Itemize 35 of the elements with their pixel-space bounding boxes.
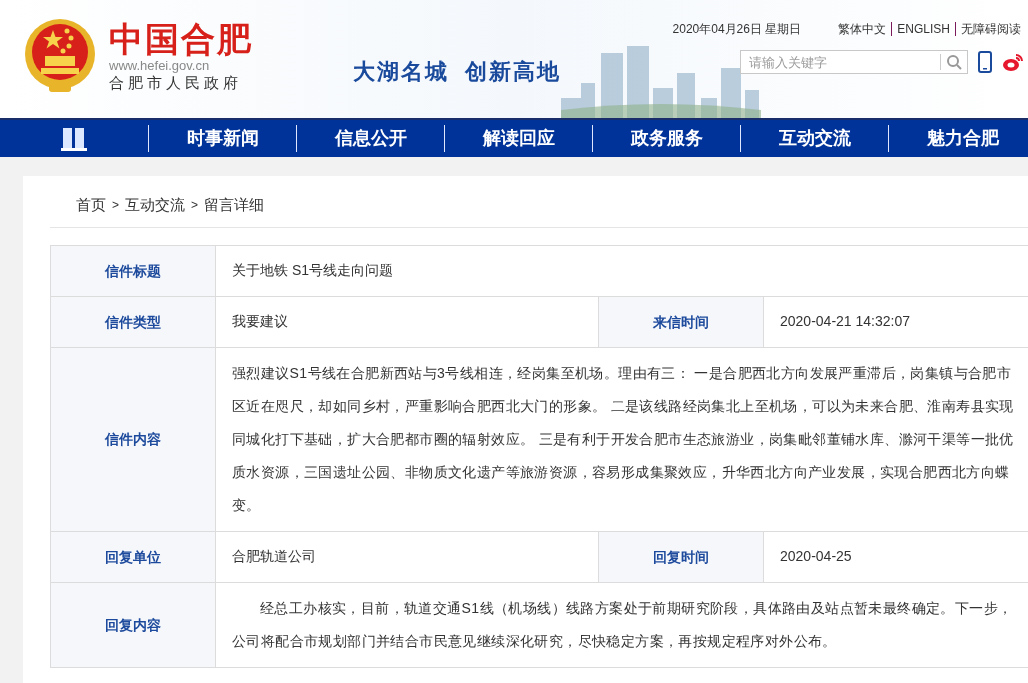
- breadcrumb-link[interactable]: 互动交流: [125, 194, 185, 217]
- field-value: 2020-04-21 14:32:07: [779, 312, 911, 331]
- mobile-phone-icon[interactable]: [978, 51, 992, 73]
- language-link[interactable]: 无障碍阅读: [955, 22, 1026, 36]
- field-value: 关于地铁 S1号线走向问题: [231, 261, 394, 280]
- breadcrumb-link[interactable]: 留言详细: [204, 194, 265, 217]
- breadcrumb-separator: >: [191, 197, 199, 215]
- building-icon[interactable]: [60, 125, 88, 152]
- breadcrumb-separator: >: [112, 197, 119, 215]
- nav-link[interactable]: 时事新闻: [186, 125, 259, 152]
- language-link[interactable]: ENGLISH: [891, 22, 955, 36]
- site-url: www.hefei.gov.cn: [109, 58, 211, 74]
- org-name: 合肥市人民政府: [109, 74, 243, 92]
- site-name: 中国合肥: [109, 20, 253, 58]
- slogan-text: 大湖名城: [353, 58, 449, 86]
- nav-link[interactable]: 政务服务: [630, 125, 703, 152]
- field-value: 2020-04-25: [779, 547, 853, 566]
- field-text: 经总工办核实，目前，轨道交通S1线（机场线）线路方案处于前期研究阶段，具体路由及站点暂未最终确定。下一步，公司将配合市规划部门并结合市民意见继续深化研究，尽快稳定方案，再按规定程序对外公布。: [232, 598, 1014, 651]
- field-label: 回复时间: [599, 531, 764, 582]
- field-label: 信件标题: [51, 245, 216, 296]
- breadcrumb-link[interactable]: 首页: [76, 194, 106, 217]
- field-text: 强烈建议S1号线在合肥新西站与3号线相连，经岗集至机场。理由有三： 一是合肥西北方向发展严重滞后，岗集镇与合肥市区近在咫尺，却如同乡村，严重影响合肥西北大门的形象。 二是该线路经岗集北上至机场，可以为未来合肥、淮南寿县实现同城化打下基础，扩大合肥都市圈的辐射效应。 三是有利于开发合肥市生态旅游业，岗集毗邻董铺水库、滁河干渠等一批优质水资源，三国遗址公园、非物质文化遗产等旅游资源，容易形成集聚效应，升华西北方向产业发展，实现合肥西北方向蝶变。: [232, 363, 1015, 515]
- nav-link[interactable]: 魅力合肥: [926, 125, 999, 152]
- field-label: 回复单位: [51, 531, 216, 582]
- field-label: 回复内容: [51, 582, 216, 667]
- field-label: 信件内容: [51, 347, 216, 531]
- date-text: 2020年04月26日 星期日: [672, 21, 802, 38]
- nav-link[interactable]: 互动交流: [778, 125, 851, 152]
- slogan-text: 创新高地: [465, 58, 561, 86]
- field-label: 来信时间: [599, 296, 764, 347]
- nav-link[interactable]: 解读回应: [482, 125, 555, 152]
- language-link[interactable]: 繁体中文: [833, 22, 892, 36]
- weibo-icon[interactable]: [1002, 52, 1024, 72]
- nav-link[interactable]: 信息公开: [334, 125, 407, 152]
- field-label: 信件类型: [51, 296, 216, 347]
